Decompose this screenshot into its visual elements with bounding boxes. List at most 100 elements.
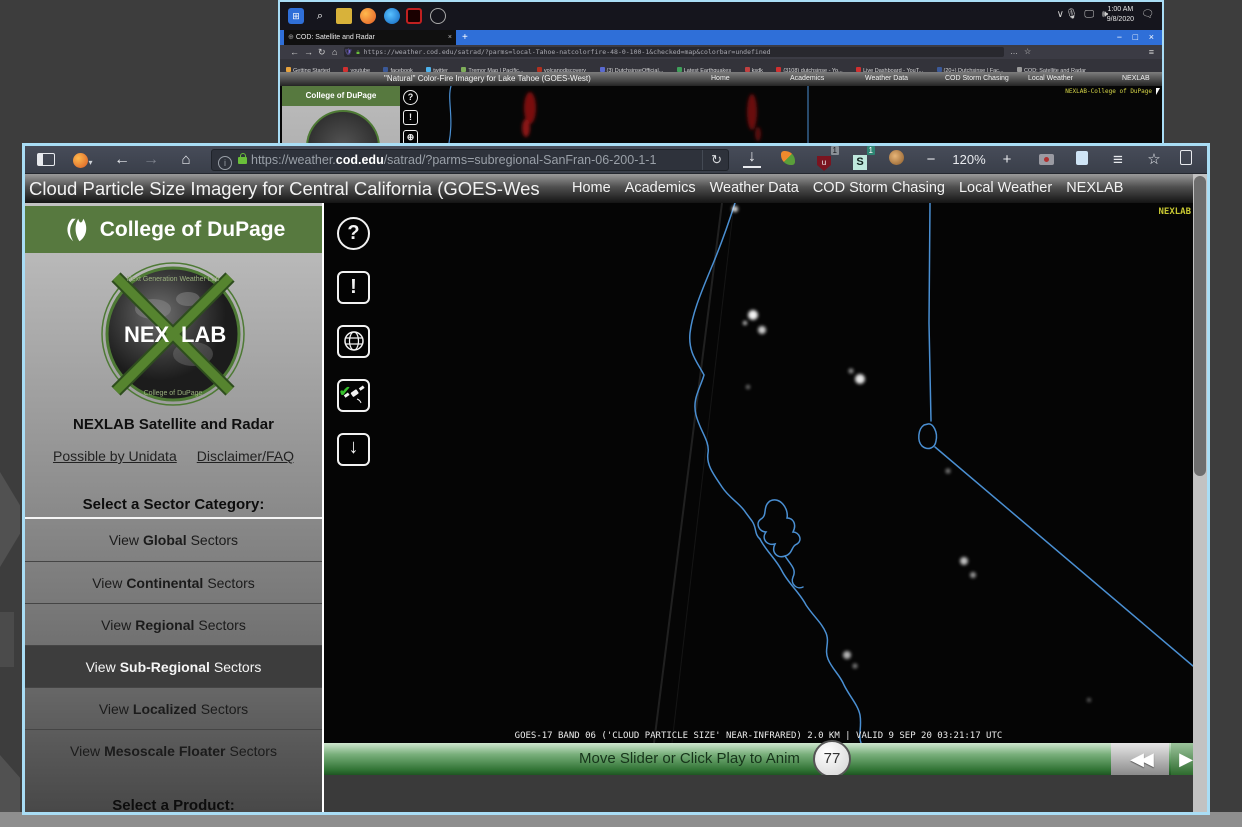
menu-icon[interactable]: ≡: [1149, 45, 1154, 59]
tray-clock[interactable]: 1:00 AM9/8/2020: [1107, 5, 1134, 25]
desktop-decoration: [0, 612, 14, 667]
alert-icon[interactable]: !: [337, 271, 370, 304]
bookmark-item[interactable]: (3108) dutchsinse - Yo...: [776, 65, 842, 72]
address-bar[interactable]: ihttps://weather.cod.edu/satrad/?parms=s…: [211, 149, 729, 171]
extension-fox-icon[interactable]: [779, 150, 797, 170]
reload-icon[interactable]: ↻: [318, 45, 326, 59]
bg-nav-nexlab[interactable]: NEXLAB: [1122, 72, 1150, 86]
zoom-out-icon[interactable]: −: [923, 150, 939, 170]
zoom-level[interactable]: 120%: [947, 150, 991, 170]
bookmark-item[interactable]: twitter: [426, 65, 448, 72]
sector-view-sub-regional[interactable]: ViewSub-RegionalSectors: [25, 645, 322, 687]
close-button[interactable]: ×: [1149, 30, 1154, 45]
screenshot-icon[interactable]: [1037, 150, 1055, 170]
notes-icon[interactable]: [1073, 150, 1091, 170]
satellite-map[interactable]: ? ! ✔ ↓ NEXLAB GOES-17 BAND 06 ('CLOUD P…: [324, 203, 1193, 743]
bookmark-item[interactable]: Live Dashboard - YouT...: [856, 65, 923, 72]
bg-page-title-bar: "Natural" Color-Fire Imagery for Lake Ta…: [280, 72, 1162, 86]
home-icon[interactable]: ⌂: [332, 45, 337, 59]
shield-icon[interactable]: 🛡︎: [344, 48, 352, 56]
new-tab-button[interactable]: +: [462, 30, 468, 45]
ublock-icon[interactable]: u1: [815, 150, 833, 170]
satellite-toggle-icon[interactable]: ✔: [337, 379, 370, 412]
bookmark-item[interactable]: Latest Earthquakes: [677, 65, 731, 72]
bookmark-item[interactable]: (3) DutchsinseOfficial...: [600, 65, 664, 72]
help-icon[interactable]: ?: [403, 90, 418, 105]
link-disclaimer-faq[interactable]: Disclaimer/FAQ: [197, 448, 294, 464]
scrollbar-thumb[interactable]: [1194, 176, 1206, 476]
firefox-taskbar-icon[interactable]: [360, 8, 376, 24]
bg-nav-home[interactable]: Home: [711, 72, 730, 86]
action-center-icon[interactable]: 🗨︎: [1141, 9, 1154, 20]
bookmark-item[interactable]: volcanodiscovery: [537, 65, 586, 72]
page-actions-icon[interactable]: …: [1010, 45, 1018, 59]
link-possible-by-unidata[interactable]: Possible by Unidata: [53, 448, 177, 464]
sector-view-regional[interactable]: ViewRegionalSectors: [25, 603, 322, 645]
bookmark-item[interactable]: Tremor Map | Pacific...: [461, 65, 523, 72]
sector-view-localized[interactable]: ViewLocalizedSectors: [25, 687, 322, 729]
file-explorer-icon[interactable]: [336, 8, 352, 24]
firefox-menu-icon[interactable]: ▾: [73, 150, 93, 170]
foreground-browser-window[interactable]: ▾ ← → ⌂ ihttps://weather.cod.edu/satrad/…: [22, 143, 1210, 815]
nav-weather-data[interactable]: Weather Data: [710, 174, 799, 203]
tab-close-icon[interactable]: ×: [448, 30, 452, 45]
browser-tab[interactable]: ⊕ COD: Satellite and Radar ×: [284, 30, 456, 45]
ublock-badge: 1: [831, 146, 839, 155]
maximize-button[interactable]: □: [1133, 30, 1138, 45]
nav-local-weather[interactable]: Local Weather: [959, 174, 1052, 203]
animation-slider-bar[interactable]: Move Slider or Click Play to Anim 77 ◀◀ …: [324, 743, 1193, 775]
clipboard-icon[interactable]: [1177, 150, 1195, 170]
zoom-in-icon[interactable]: +: [999, 150, 1015, 170]
bg-nav-storm-chasing[interactable]: COD Storm Chasing: [945, 72, 1009, 86]
globe-icon[interactable]: [337, 325, 370, 358]
nav-nexlab[interactable]: NEXLAB: [1066, 174, 1123, 203]
bookmark-item[interactable]: ksdk: [745, 65, 763, 72]
bookmark-star-icon[interactable]: ☆: [1145, 150, 1163, 170]
bookmark-item[interactable]: (20+) Dutchsinse | Fac...: [937, 65, 1004, 72]
tray-chevron-icon[interactable]: ∨: [1057, 9, 1064, 20]
rewind-button[interactable]: ◀◀: [1111, 743, 1169, 775]
nav-home[interactable]: Home: [572, 174, 611, 203]
bg-nav-weather-data[interactable]: Weather Data: [865, 72, 908, 86]
back-icon[interactable]: ←: [113, 150, 131, 170]
bg-nav-local-weather[interactable]: Local Weather: [1028, 72, 1073, 86]
bookmark-item[interactable]: facebook: [383, 65, 412, 72]
alert-icon[interactable]: !: [403, 110, 418, 125]
back-icon[interactable]: ←: [290, 45, 299, 59]
ghostery-icon[interactable]: S1: [851, 150, 869, 170]
microphone-icon[interactable]: 🎙︎: [1065, 9, 1078, 20]
sidebar-toggle-icon[interactable]: [37, 153, 55, 166]
minimize-button[interactable]: −: [1117, 30, 1122, 45]
sector-view-mesoscale-floater[interactable]: ViewMesoscale FloaterSectors: [25, 729, 322, 771]
sector-view-continental[interactable]: ViewContinentalSectors: [25, 561, 322, 603]
download-icon[interactable]: ↓: [337, 433, 370, 466]
recorder-icon[interactable]: [406, 8, 422, 24]
edge-icon[interactable]: [384, 8, 400, 24]
home-icon[interactable]: ⌂: [177, 150, 195, 170]
help-icon[interactable]: ?: [337, 217, 370, 250]
bookmark-item[interactable]: youtube: [343, 65, 370, 72]
bookmarks-bar: Getting Started youtube facebook twitter…: [280, 59, 1162, 72]
bookmark-item[interactable]: Getting Started: [286, 65, 330, 72]
bg-nav-academics[interactable]: Academics: [790, 72, 824, 86]
forward-icon[interactable]: →: [304, 45, 313, 59]
page-scrollbar[interactable]: [1193, 174, 1207, 812]
menu-icon[interactable]: ≡: [1109, 150, 1127, 170]
forward-icon[interactable]: →: [142, 150, 160, 170]
download-icon[interactable]: ↓: [743, 150, 761, 168]
bookmark-star-icon[interactable]: ☆: [1024, 45, 1031, 59]
display-icon[interactable]: 🖵︎: [1084, 9, 1094, 20]
bookmark-item[interactable]: COD: Satellite and Radar: [1017, 65, 1086, 72]
reload-icon[interactable]: ↻: [702, 150, 722, 170]
slider-thumb[interactable]: 77: [813, 740, 851, 778]
info-icon[interactable]: i: [218, 156, 232, 170]
nav-cod-storm-chasing[interactable]: COD Storm Chasing: [813, 174, 945, 203]
sector-view-global[interactable]: ViewGlobalSectors: [25, 519, 322, 561]
cod-brand-bar: College of DuPage: [25, 206, 322, 253]
address-bar[interactable]: 🛡︎ 🔒︎ https://weather.cod.edu/satrad/?pa…: [344, 47, 1004, 57]
nav-academics[interactable]: Academics: [625, 174, 696, 203]
start-button-icon[interactable]: ⊞: [288, 8, 304, 24]
search-icon[interactable]: ⌕: [312, 8, 328, 24]
greasemonkey-icon[interactable]: [887, 150, 905, 170]
clock-app-icon[interactable]: [430, 8, 446, 24]
